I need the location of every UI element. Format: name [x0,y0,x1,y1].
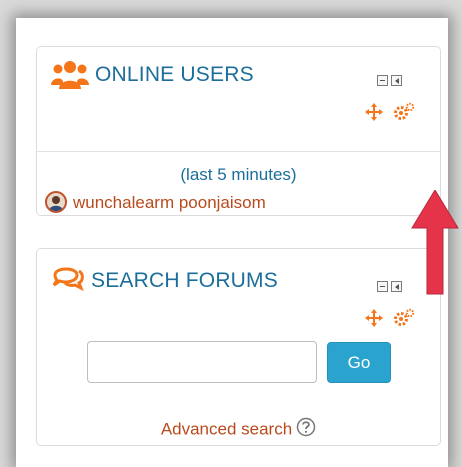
move-icon[interactable] [365,309,383,332]
divider [37,151,440,152]
go-button[interactable]: Go [327,342,391,383]
advanced-search-row: Advanced search [37,417,440,441]
user-name-link[interactable]: wunchalearm poonjaisom [73,193,266,213]
block-header: ONLINE USERS [45,55,432,121]
help-icon[interactable] [296,417,316,442]
annotation-arrow [410,189,460,305]
cog-icon[interactable] [393,308,415,333]
users-icon [51,59,89,94]
dock-block-icon[interactable] [391,75,402,86]
cog-icon[interactable] [393,102,415,127]
move-icon[interactable] [365,103,383,126]
block-title: SEARCH FORUMS [91,269,278,292]
avatar[interactable] [45,191,67,213]
edit-controls [365,308,425,332]
time-window-text: (last 5 minutes) [180,165,297,184]
block-header: SEARCH FORUMS [45,257,432,327]
dock-block-icon[interactable] [391,281,402,292]
online-users-block: ONLINE USERS (last 5 minutes) wunchalear… [36,46,441,216]
search-forums-block: SEARCH FORUMS Go Advanced search [36,248,441,446]
block-title: ONLINE USERS [95,63,254,86]
advanced-search-link[interactable]: Advanced search [161,420,292,439]
edit-controls [365,102,425,126]
forum-icon [51,261,85,296]
hide-block-icon[interactable] [377,75,388,86]
sidebar-panel: ONLINE USERS (last 5 minutes) wunchalear… [16,18,448,467]
search-input[interactable] [87,341,317,383]
hide-block-icon[interactable] [377,281,388,292]
